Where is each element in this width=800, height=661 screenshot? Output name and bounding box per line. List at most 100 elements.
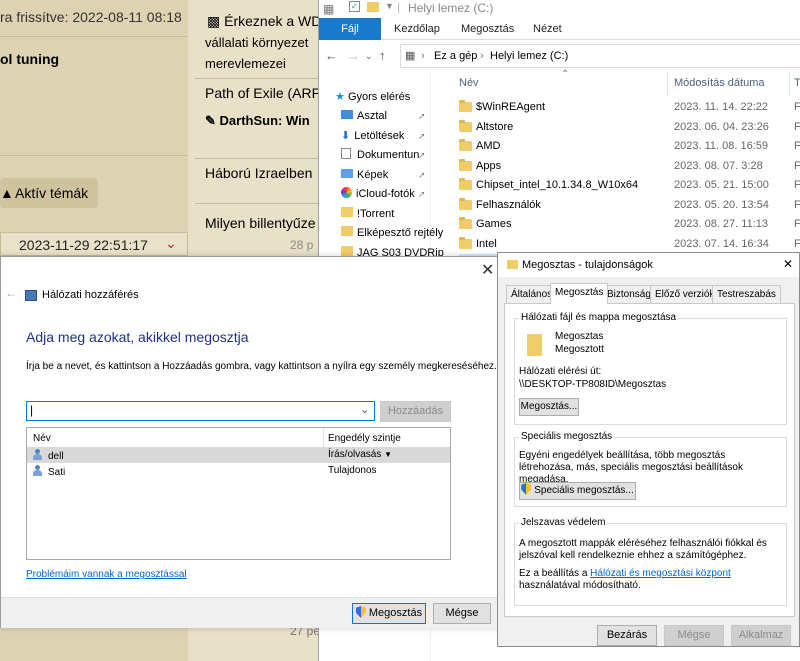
folder-icon	[341, 226, 353, 236]
file-row[interactable]: AMD 2023. 11. 08. 16:59 F	[459, 137, 800, 156]
folder-icon	[459, 139, 472, 151]
column-header-type[interactable]: T	[794, 77, 800, 89]
close-icon[interactable]: ✕	[481, 260, 494, 280]
sidebar-item-torrent[interactable]: !Torrent	[341, 205, 394, 224]
pin-icon[interactable]: ➚	[418, 150, 426, 161]
help-link[interactable]: Problémáim vannak a megosztással	[26, 569, 187, 580]
file-date: 2023. 11. 08. 16:59	[674, 140, 768, 152]
tab-sharing[interactable]: Megosztás	[550, 283, 609, 304]
file-row[interactable]: Felhasználók 2023. 05. 20. 13:54 F	[459, 196, 800, 215]
sidebar-item-documents[interactable]: Dokumentun	[341, 146, 419, 165]
tab-view[interactable]: Nézet	[523, 18, 572, 40]
sidebar-item-pictures[interactable]: Képek	[341, 166, 388, 185]
tab-security[interactable]: Biztonság	[602, 285, 656, 303]
forward-arrow-icon[interactable]: →	[347, 48, 360, 63]
network-icon	[25, 290, 37, 301]
permission-dropdown[interactable]: Írás/olvasás ▼	[328, 449, 392, 460]
download-icon: ⬇	[341, 130, 351, 142]
close-button[interactable]: Bezárás	[597, 625, 657, 646]
sidebar-item-folder[interactable]: Elképesztő rejtély	[341, 224, 443, 243]
thread-line3: merevlemezei	[205, 56, 286, 71]
file-row[interactable]: Chipset_intel_10.1.34.8_W10x64 2023. 05. …	[459, 176, 800, 195]
recent-dropdown-icon[interactable]: ⌄	[365, 51, 373, 62]
sort-ascending-icon: ⌃	[561, 69, 570, 80]
cancel-button[interactable]: Mégse	[664, 625, 724, 646]
forum-timestamp-bar: 2023-11-29 22:51:17 ⌄	[0, 232, 188, 256]
tab-customize[interactable]: Testreszabás	[712, 285, 781, 303]
cancel-button[interactable]: Mégse	[433, 603, 491, 624]
sidebar-item-quick-access[interactable]: ★ Gyors elérés	[335, 88, 410, 107]
tab-share[interactable]: Megosztás	[451, 18, 524, 40]
shield-icon	[521, 483, 532, 495]
folder-icon	[367, 2, 379, 12]
password-description: A megosztott mappák eléréséhez felhaszná…	[519, 538, 767, 561]
address-bar[interactable]: ▦ › Ez a gép › Helyi lemez (C:)	[400, 44, 800, 68]
dialog-footer: Megosztás Mégse	[1, 597, 499, 628]
thread-meta: 28 p	[290, 238, 314, 252]
dialog-heading: Adja meg azokat, akikkel megosztja	[26, 329, 249, 345]
sidebar-item-desktop[interactable]: Asztal	[341, 107, 387, 126]
breadcrumb-local-disk[interactable]: Helyi lemez (C:)	[490, 45, 568, 67]
dropdown-arrow-icon: ▼	[384, 450, 393, 459]
properties-titlebar: Megosztas - tulajdonságok ✕	[498, 253, 799, 277]
file-name: Intel	[476, 237, 497, 250]
back-arrow-icon[interactable]: ←	[325, 48, 338, 63]
network-sharing-center-link[interactable]: Hálózati és megosztási központ	[590, 568, 731, 579]
file-date: 2023. 07. 14. 16:34	[674, 237, 769, 250]
pin-icon[interactable]: ➚	[418, 111, 426, 122]
file-row[interactable]: $WinREAgent 2023. 11. 14. 22:22 F	[459, 98, 800, 117]
file-row[interactable]: Games 2023. 08. 27. 11:13 F	[459, 215, 800, 234]
thread-line2: vállalati környezet	[205, 35, 309, 50]
folder-icon	[507, 260, 518, 269]
column-header-name[interactable]: Név	[459, 77, 479, 89]
up-arrow-icon[interactable]: ↑	[379, 48, 386, 63]
pin-icon[interactable]: ➚	[418, 131, 426, 142]
forum-tuning-title[interactable]: ol tuning	[0, 51, 59, 67]
checkbox-icon[interactable]: ✓	[349, 1, 360, 12]
share-button[interactable]: Megosztás	[352, 603, 426, 624]
apply-button[interactable]: Alkalmaz	[731, 625, 791, 646]
desktop-icon	[341, 110, 353, 119]
file-row[interactable]: Intel 2023. 07. 14. 16:34 F	[459, 235, 800, 254]
thread-title-4[interactable]: Milyen billentyűze	[205, 215, 316, 231]
chevron-down-icon[interactable]: ⌄	[360, 403, 369, 416]
thread-title-3[interactable]: Háború Izraelben	[205, 165, 312, 181]
tab-home[interactable]: Kezdőlap	[384, 18, 450, 40]
table-row[interactable]: dell Írás/olvasás ▼	[27, 447, 450, 463]
dropdown-arrow-icon[interactable]: ▼	[385, 1, 394, 11]
explorer-title: Helyi lemez (C:)	[408, 1, 494, 15]
pin-icon[interactable]: ➚	[418, 170, 426, 181]
file-date: 2023. 11. 14. 22:22	[674, 101, 768, 113]
chevron-down-icon[interactable]: ⌄	[165, 235, 177, 252]
network-access-dialog: ✕ ← Hálózati hozzáférés Adja meg azokat,…	[0, 256, 500, 628]
thread-title-1[interactable]: Path of Exile (ARP	[205, 85, 318, 101]
close-icon[interactable]: ✕	[783, 257, 793, 271]
password-setting-text: Ez a beállítás a Hálózati és megosztási …	[519, 568, 731, 591]
pin-icon[interactable]: ➚	[418, 189, 426, 200]
quick-access-toolbar-icon[interactable]: ▦	[323, 2, 334, 16]
sidebar-item-icloud[interactable]: iCloud-fotók	[341, 185, 415, 204]
user-name-input[interactable]: | ⌄	[26, 401, 375, 421]
path-value: \\DESKTOP-TP808ID\Megosztas	[519, 379, 667, 390]
back-arrow-icon[interactable]: ←	[5, 286, 17, 300]
file-row[interactable]: Apps 2023. 08. 07. 3:28 F	[459, 157, 800, 176]
table-row[interactable]: Sati Tulajdonos	[27, 463, 450, 479]
sidebar-item-downloads[interactable]: ⬇ Letöltések	[341, 127, 404, 146]
thread-title-0[interactable]: ▩ Érkeznek a WD	[207, 13, 318, 30]
active-topics-button[interactable]: ▲ Aktív témák	[0, 178, 98, 208]
dialog-title: Hálózati hozzáférés	[42, 289, 139, 301]
tab-previous-versions[interactable]: Előző verziók	[650, 285, 720, 303]
add-button[interactable]: Hozzáadás	[380, 401, 451, 422]
column-header-name[interactable]: Név	[33, 433, 51, 444]
tab-file[interactable]: Fájl	[319, 18, 381, 40]
thread-title-2[interactable]: ✎ DarthSun: Win	[205, 113, 310, 129]
user-icon	[33, 465, 42, 476]
breadcrumb-this-pc[interactable]: Ez a gép	[434, 45, 477, 67]
share-button[interactable]: Megosztás...	[519, 398, 579, 416]
advanced-sharing-button[interactable]: Speciális megosztás...	[519, 482, 636, 500]
column-header-modified[interactable]: Módosítás dátuma	[674, 77, 765, 89]
column-header-permission[interactable]: Engedély szintje	[328, 433, 401, 444]
pictures-icon	[341, 169, 353, 178]
file-row[interactable]: Altstore 2023. 06. 04. 23:26 F	[459, 118, 800, 137]
file-date: 2023. 06. 04. 23:26	[674, 120, 769, 133]
